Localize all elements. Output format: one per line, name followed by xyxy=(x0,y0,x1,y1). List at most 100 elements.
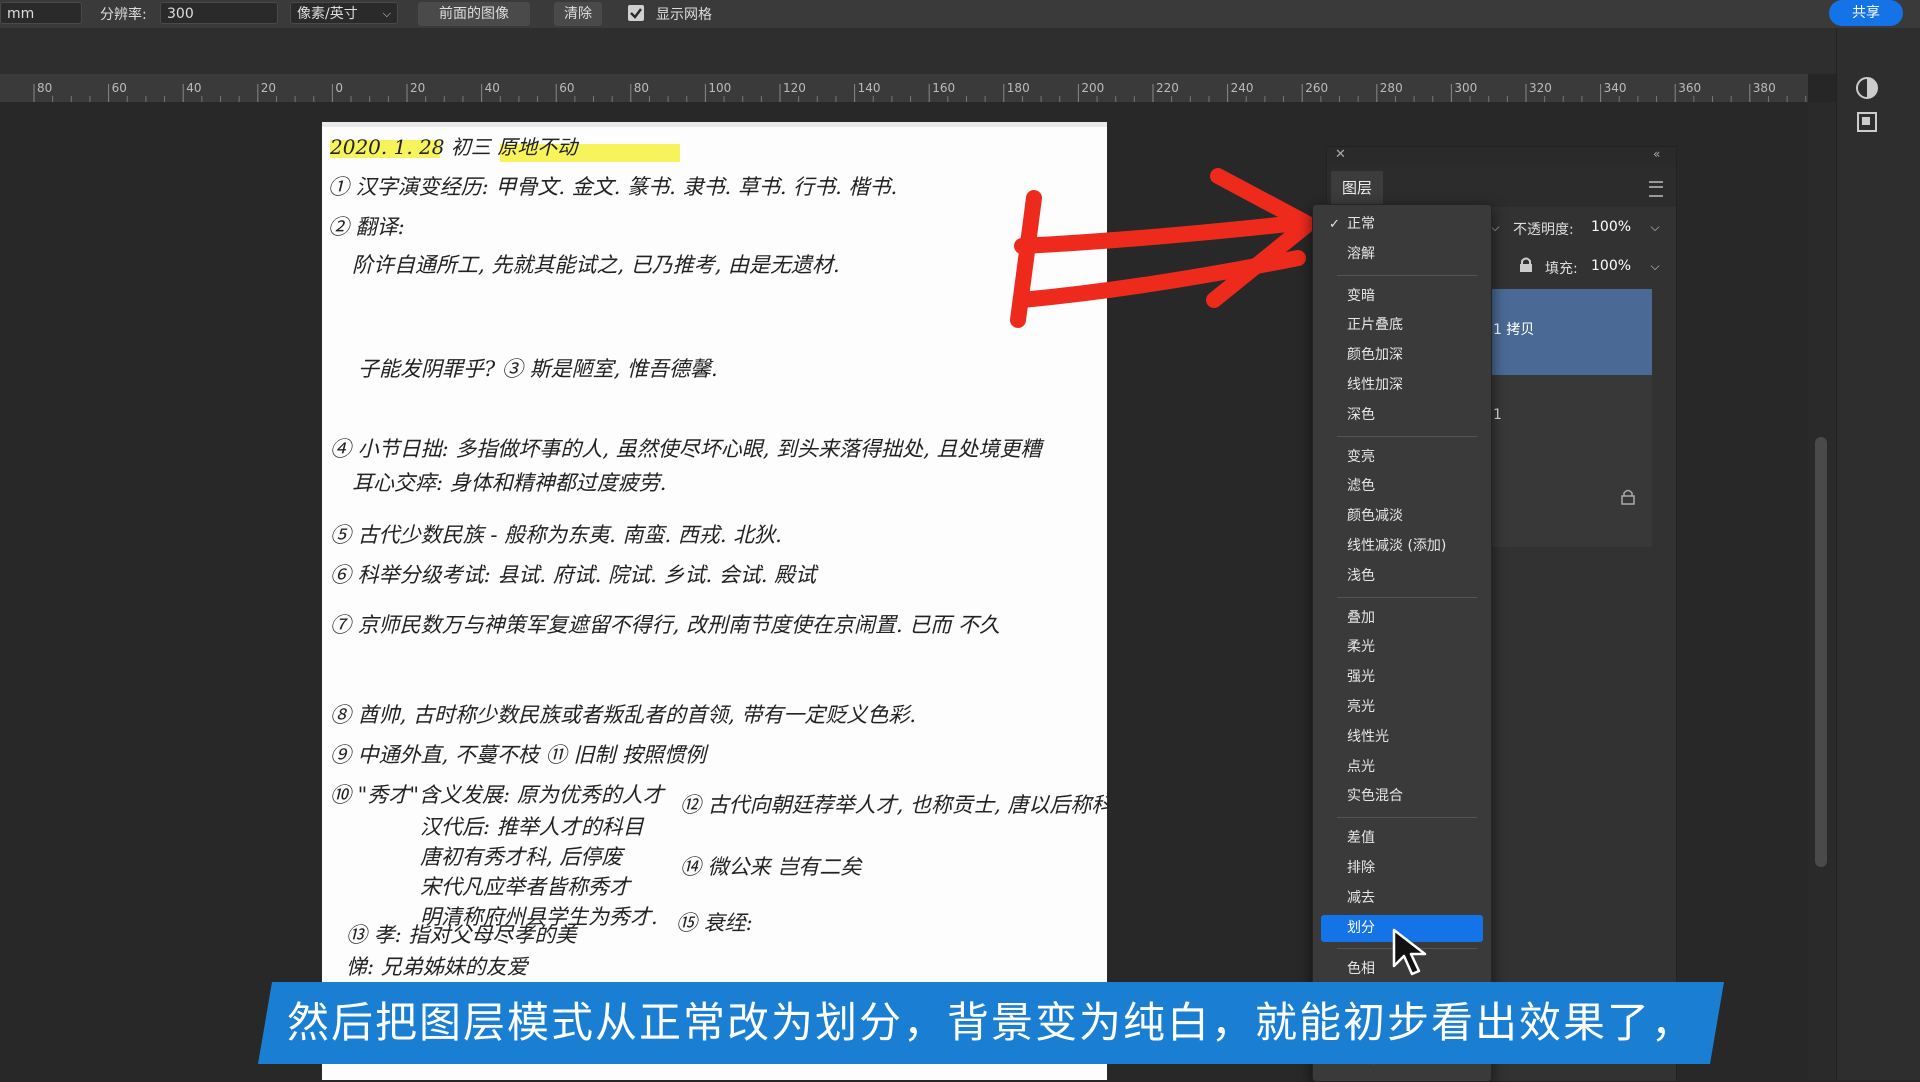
resolution-unit-select[interactable]: 像素/英寸 ⌵ xyxy=(290,2,398,24)
panel-menu-icon[interactable] xyxy=(1649,181,1663,197)
vertical-scrollbar[interactable] xyxy=(1808,102,1836,1080)
ruler-label: 140 xyxy=(858,81,881,95)
blend-mode-item[interactable]: 差值 xyxy=(1321,825,1483,852)
blend-mode-item[interactable]: 深色 xyxy=(1321,402,1483,429)
blend-mode-item[interactable]: 滤色 xyxy=(1321,473,1483,500)
blend-mode-item[interactable]: 亮光 xyxy=(1321,694,1483,721)
note-line: 子能发阴罪乎? ③ 斯是陋室, 惟吾德馨. xyxy=(358,357,718,381)
note-line: 宋代凡应举者皆称秀才 xyxy=(420,875,633,899)
ruler-label: 360 xyxy=(1678,81,1701,95)
scrollbar-thumb[interactable] xyxy=(1815,437,1827,867)
blend-mode-item[interactable]: 变亮 xyxy=(1321,444,1483,471)
blend-mode-item[interactable]: 溶解 xyxy=(1321,241,1483,268)
blend-mode-label: 颜色减淡 xyxy=(1347,508,1403,525)
front-image-button[interactable]: 前面的图像 xyxy=(418,2,530,26)
tab-layers[interactable]: 图层 xyxy=(1331,171,1383,207)
mouse-cursor-icon xyxy=(1392,928,1427,976)
blend-mode-item[interactable]: 颜色加深 xyxy=(1321,342,1483,369)
chevron-down-icon[interactable]: ⌵ xyxy=(1645,217,1665,237)
lock-icon[interactable] xyxy=(1519,257,1533,273)
note-line: ⑤ 古代少数民族 - 般称为东夷. 南蛮. 西戎. 北狄. xyxy=(330,523,782,547)
chevron-down-icon[interactable]: ⌵ xyxy=(1645,256,1665,276)
panel-tabbar: 图层 xyxy=(1327,167,1676,207)
blend-mode-item[interactable]: 变暗 xyxy=(1321,283,1483,310)
opacity-value[interactable]: 100% xyxy=(1591,219,1631,235)
blend-mode-item[interactable]: 强光 xyxy=(1321,664,1483,691)
note-line: 悌: 兄弟姊妹的友爱 xyxy=(346,955,530,979)
ruler-label: 180 xyxy=(1007,81,1030,95)
ruler-label: 160 xyxy=(932,81,955,95)
blend-mode-label: 颜色加深 xyxy=(1347,347,1403,364)
blend-mode-label: 滤色 xyxy=(1347,478,1375,495)
blend-mode-label: 亮光 xyxy=(1347,699,1375,715)
ruler-label: 0 xyxy=(335,81,343,95)
layer-row[interactable]: 1 拷贝 xyxy=(1485,289,1652,375)
blend-mode-label: 点光 xyxy=(1347,758,1375,775)
resolution-label: 分辨率: xyxy=(100,7,147,23)
menu-separator xyxy=(1337,596,1477,598)
blend-mode-label: 线性减淡 (添加) xyxy=(1347,538,1447,554)
blend-mode-item[interactable]: 浅色 xyxy=(1321,563,1483,590)
handwritten-notes: 2020. 1. 28 初三 原地不动 ① 汉字演变经历: 甲骨文. 金文. 篆书… xyxy=(322,122,1107,1031)
blend-mode-label: 深色 xyxy=(1347,406,1375,423)
note-line: ② 翻译: xyxy=(328,215,405,239)
blend-mode-item[interactable]: 实色混合 xyxy=(1321,783,1483,810)
note-line: ⑫ 古代向朝廷荐举人才, 也称贡士, 唐以后称科举制度为贡举. xyxy=(680,793,1107,817)
layer-name: 1 xyxy=(1493,407,1502,423)
blend-mode-label: 排除 xyxy=(1347,860,1375,876)
note-line: ⑥ 科举分级考试: 县试. 府试. 院试. 乡试. 会试. 殿试 xyxy=(330,563,819,587)
menu-separator xyxy=(1337,435,1477,437)
blend-mode-item[interactable]: 线性光 xyxy=(1321,724,1483,751)
resolution-unit-label: 像素/英寸 xyxy=(297,6,358,22)
blend-mode-item[interactable]: 正片叠底 xyxy=(1321,312,1483,339)
show-grid-checkbox[interactable] xyxy=(628,5,644,21)
note-line: ⑬ 孝: 指对父母尽孝的美 xyxy=(346,923,578,947)
ruler-label: 280 xyxy=(1380,81,1403,95)
chevron-down-icon: ⌵ xyxy=(382,7,391,20)
blend-mode-item[interactable]: 排除 xyxy=(1321,855,1483,882)
blend-mode-label: 线性加深 xyxy=(1347,377,1403,393)
blend-mode-item[interactable]: ✓ 正常 xyxy=(1321,211,1483,238)
blend-mode-item[interactable]: 柔光 xyxy=(1321,634,1483,661)
resolution-input[interactable]: 300 xyxy=(160,2,278,24)
ruler-label: 80 xyxy=(37,81,52,95)
note-line: ⑮ 衰绖: xyxy=(676,911,753,935)
layer-row[interactable] xyxy=(1485,461,1652,547)
blend-mode-item[interactable]: 颜色减淡 xyxy=(1321,503,1483,530)
blend-mode-item[interactable]: 点光 xyxy=(1321,754,1483,781)
unit-field[interactable]: mm xyxy=(0,2,82,24)
clear-button[interactable]: 清除 xyxy=(554,2,602,26)
ruler-label: 60 xyxy=(112,81,127,95)
menu-separator xyxy=(1337,817,1477,819)
layer-row[interactable]: 1 xyxy=(1485,375,1652,461)
layer-name: 1 拷贝 xyxy=(1493,322,1535,338)
blend-mode-label: 正片叠底 xyxy=(1347,317,1403,334)
fill-value[interactable]: 100% xyxy=(1591,258,1631,274)
blend-mode-label: 色相 xyxy=(1347,961,1375,978)
blend-mode-label: 变暗 xyxy=(1347,287,1375,304)
right-dock xyxy=(1836,28,1920,1080)
close-icon[interactable]: ✕ xyxy=(1335,147,1346,162)
collapse-icon[interactable]: « xyxy=(1653,147,1660,161)
properties-icon[interactable] xyxy=(1855,110,1879,134)
share-button[interactable]: 共享 xyxy=(1829,0,1903,26)
blend-mode-label: 叠加 xyxy=(1347,609,1375,626)
options-bar: mm 分辨率: 300 像素/英寸 ⌵ 前面的图像 清除 显示网格 共享 xyxy=(0,0,1920,28)
blend-mode-label: 线性光 xyxy=(1347,728,1389,745)
red-arrow-annotation xyxy=(1010,168,1316,328)
subtitle-banner: 然后把图层模式从正常改为划分，背景变为纯白，就能初步看出效果了， xyxy=(258,982,1724,1064)
blend-mode-item[interactable]: 叠加 xyxy=(1321,605,1483,632)
blend-mode-label: 划分 xyxy=(1347,919,1375,936)
document-canvas[interactable]: 2020. 1. 28 初三 原地不动 ① 汉字演变经历: 甲骨文. 金文. 篆书… xyxy=(322,122,1107,1080)
ruler-label: 40 xyxy=(186,81,201,95)
ruler-label: 40 xyxy=(485,81,500,95)
ruler-label: 300 xyxy=(1454,81,1477,95)
ruler-label: 120 xyxy=(783,81,806,95)
blend-mode-label: 变亮 xyxy=(1347,448,1375,465)
ruler-label: 60 xyxy=(559,81,574,95)
show-grid-label: 显示网格 xyxy=(656,7,712,23)
blend-mode-item[interactable]: 线性减淡 (添加) xyxy=(1321,533,1483,560)
blend-mode-item[interactable]: 线性加深 xyxy=(1321,372,1483,399)
adjustments-icon[interactable] xyxy=(1855,76,1879,100)
blend-mode-item[interactable]: 减去 xyxy=(1321,885,1483,912)
